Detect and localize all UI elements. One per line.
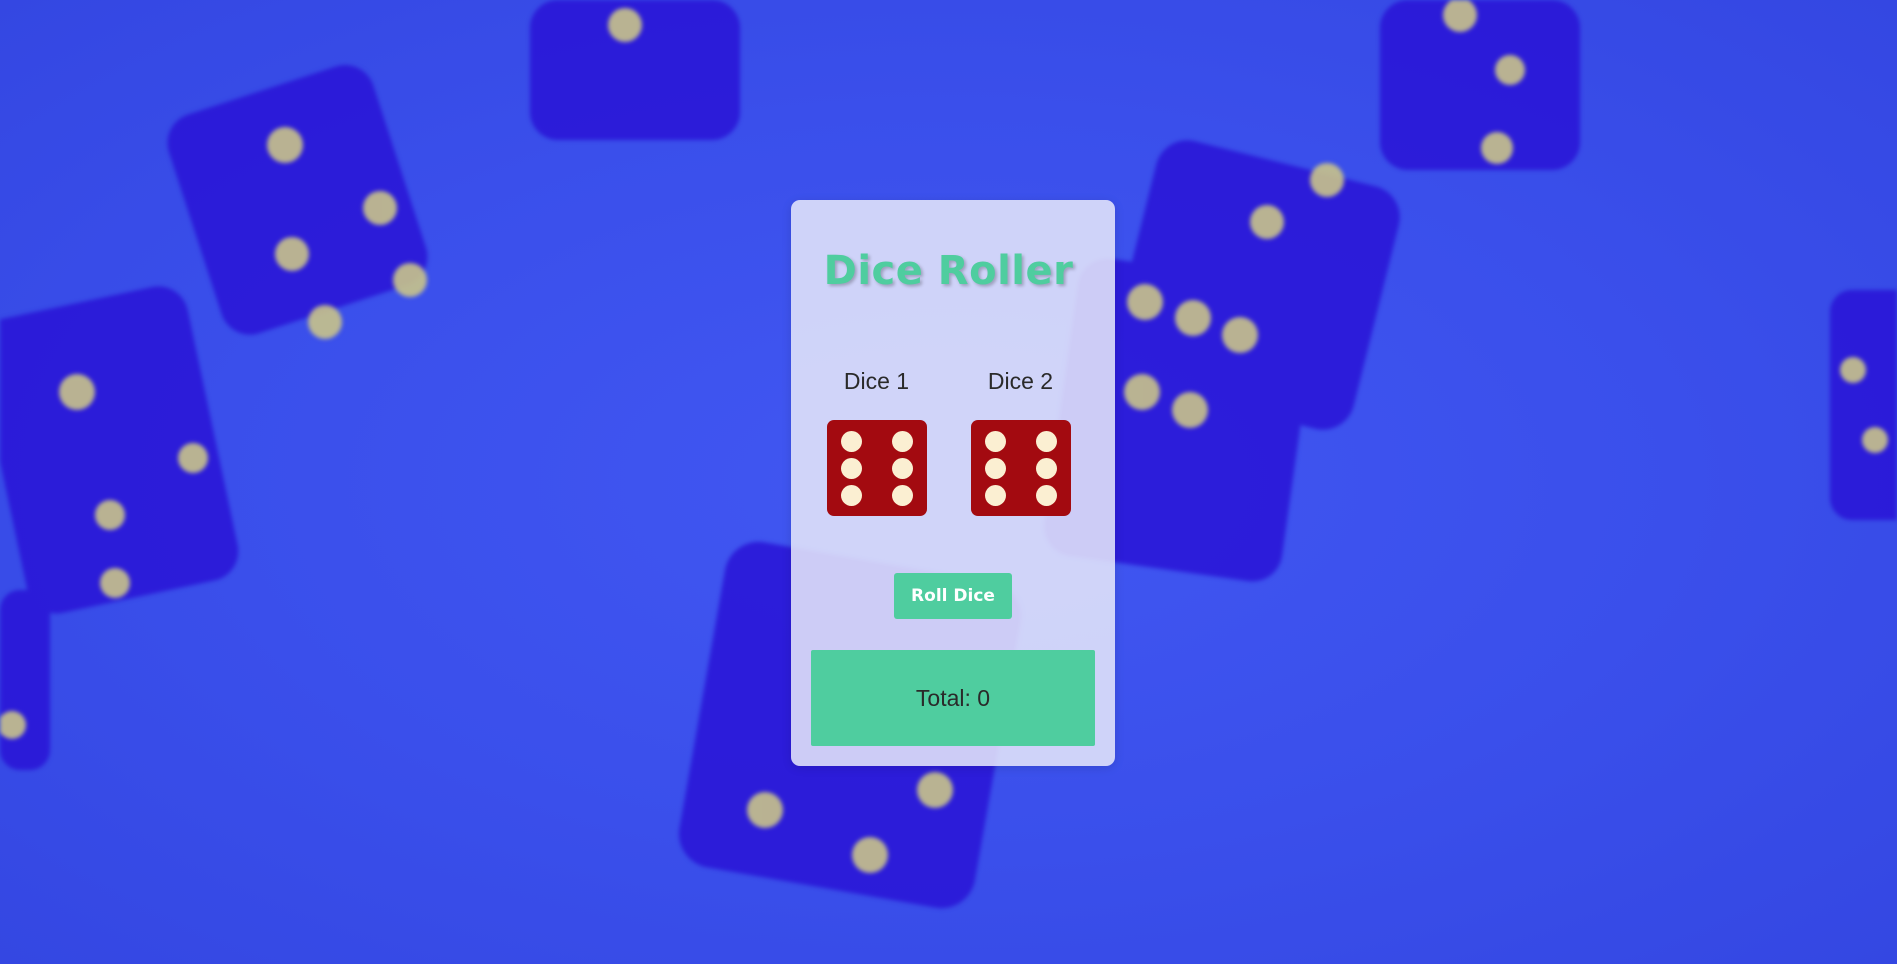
pip xyxy=(984,458,1006,479)
pip xyxy=(840,458,862,479)
die-1-face-six-icon xyxy=(826,420,927,516)
die-1-label: Dice 1 xyxy=(843,368,910,394)
pip xyxy=(984,485,1006,506)
pip xyxy=(840,431,862,452)
pip xyxy=(984,431,1006,452)
roll-dice-button[interactable]: Roll Dice xyxy=(894,573,1012,619)
pip xyxy=(1035,431,1057,452)
page-title: Dice Roller xyxy=(823,248,1074,294)
pip xyxy=(891,458,913,479)
pip xyxy=(891,485,913,506)
total-display: Total: 0 xyxy=(811,650,1095,746)
pip xyxy=(840,485,862,506)
pip xyxy=(1035,458,1057,479)
die-1: Dice 1 xyxy=(826,366,927,516)
die-2-label: Dice 2 xyxy=(987,368,1054,394)
die-2: Dice 2 xyxy=(970,366,1071,516)
pip xyxy=(891,431,913,452)
pip xyxy=(1035,485,1057,506)
total-text: Total: 0 xyxy=(915,684,991,711)
dice-row: Dice 1 Dice 2 xyxy=(0,366,1897,516)
die-2-face-six-icon xyxy=(970,420,1071,516)
